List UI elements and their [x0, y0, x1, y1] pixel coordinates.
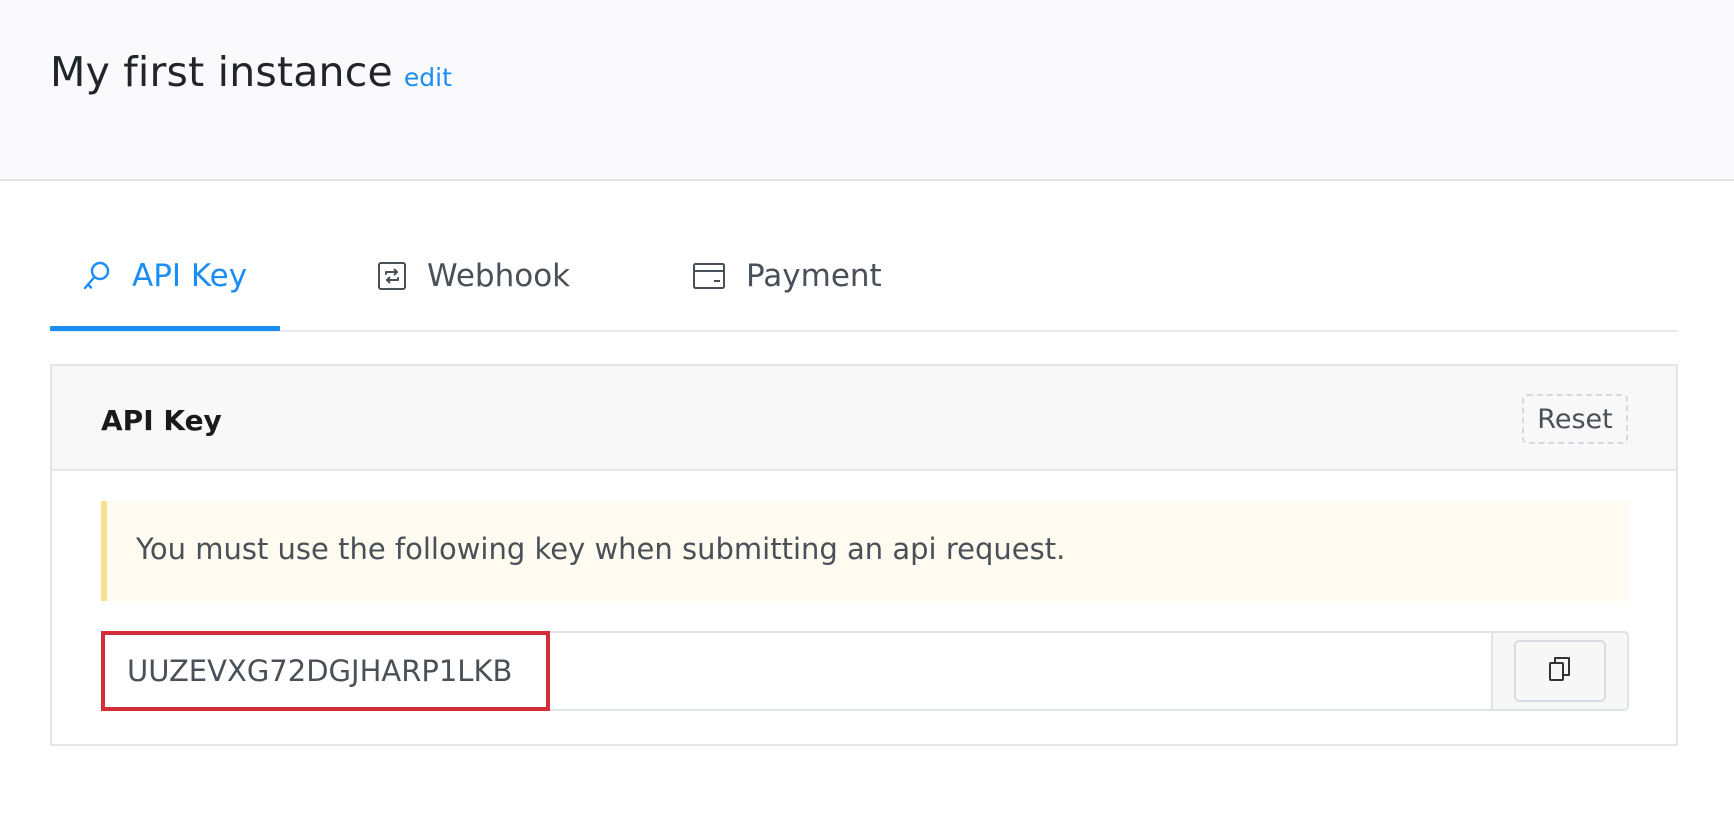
key-icon: [82, 260, 112, 292]
active-tab-indicator: [50, 326, 280, 331]
input-addon: [1491, 633, 1627, 709]
tab-label: Webhook: [427, 258, 571, 294]
card-title: API Key: [101, 404, 222, 437]
tab-label: API Key: [132, 258, 248, 294]
info-alert: You must use the following key when subm…: [101, 501, 1629, 601]
page-title: My first instance: [50, 48, 393, 96]
api-key-field[interactable]: [103, 633, 1497, 709]
tab-bar: API Key Webhook Payment: [50, 238, 1678, 332]
credit-card-icon: [692, 262, 726, 290]
edit-title-link[interactable]: edit: [404, 63, 452, 92]
tab-label: Payment: [746, 258, 882, 294]
page-header: My first instance edit: [0, 0, 1734, 181]
tab-webhook[interactable]: Webhook: [377, 238, 570, 332]
card-header: API Key Reset: [52, 366, 1676, 471]
refresh-square-icon: [377, 261, 407, 291]
reset-button[interactable]: Reset: [1522, 394, 1628, 444]
tab-api-key[interactable]: API Key: [82, 238, 247, 332]
api-key-input-group: [101, 631, 1629, 711]
page-title-row: My first instance edit: [50, 48, 452, 96]
tab-payment[interactable]: Payment: [692, 238, 882, 332]
copy-button[interactable]: [1514, 640, 1606, 702]
copy-icon: [1547, 654, 1573, 688]
alert-text: You must use the following key when subm…: [136, 532, 1066, 566]
api-key-card: API Key Reset You must use the following…: [50, 364, 1678, 746]
